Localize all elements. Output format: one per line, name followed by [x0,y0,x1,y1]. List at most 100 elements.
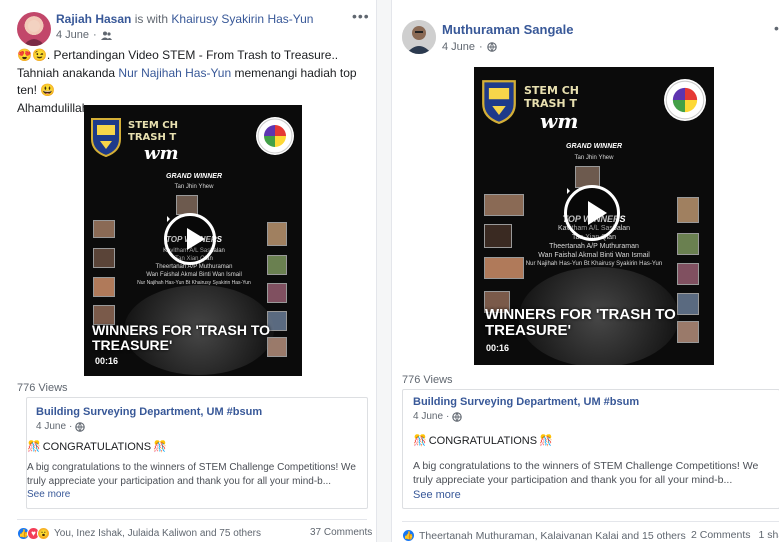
stem-logo-icon [664,79,706,121]
author-name[interactable]: Rajiah Hasan [56,12,131,26]
grand-winner-label: GRAND WINNER [166,173,222,180]
post-date[interactable]: 4 June [442,41,475,53]
play-triangle-icon [186,227,205,250]
winner-photo [176,195,198,215]
shares-count[interactable]: 1 shar [759,529,779,541]
play-triangle-icon [588,200,608,225]
winner-photo [484,224,512,248]
comments-count[interactable]: 2 Comments [691,529,751,541]
play-button-icon[interactable] [564,185,620,241]
more-options-icon[interactable]: • [774,20,779,36]
view-count: 776 Views [17,382,68,394]
post-line-1: . Pertandingan Video STEM - From Trash t… [46,48,339,62]
shared-page-name[interactable]: Building Surveying Department, UM #bsum [36,406,262,418]
video-duration: 00:16 [95,356,119,366]
winner-photo [267,255,287,275]
reactions-summary[interactable]: 👍 Theertanah Muthuraman, Kalaivanan Kala… [402,529,686,542]
video-caption: WINNERS FOR 'TRASH TO TREASURE' [485,306,676,339]
grand-winner-label: GRAND WINNER [566,143,622,150]
post-meta: 4 June · [442,41,497,53]
winner-photo [677,263,699,285]
video-title-line-1: STEM CH [524,84,579,97]
author-avatar[interactable] [17,12,51,46]
congrats-line: 🎊 CONGRATULATIONS 🎊 [27,440,167,454]
winner-name: Theertanah A/P Muthuraman [549,243,639,250]
comments-count[interactable]: 37 Comments [310,527,372,538]
like-reaction-icon: 👍 [402,529,415,542]
university-crest-icon [482,80,516,124]
globe-icon [452,411,463,422]
shared-post-body: A big congratulations to the winners of … [413,460,759,486]
video-script-text: wm [144,143,179,164]
video-title-line-1: STEM CH [128,120,178,131]
winner-photo [484,194,524,216]
video-caption: WINNERS FOR 'TRASH TO TREASURE' [92,322,271,353]
video-duration: 00:16 [486,343,510,353]
divider [402,521,779,522]
winner-photo [93,277,115,297]
winner-name: Theertanah A/P Muthuraman [155,264,233,270]
author-avatar[interactable] [402,20,436,54]
stem-logo-icon [256,117,294,155]
video-title-line-2: TRASH T [128,132,177,143]
feed-gap [377,0,391,542]
emoji-prefix: 😍😉 [17,48,47,62]
shared-page-name[interactable]: Building Surveying Department, UM #bsum [413,396,639,408]
congrats-line: 🎊 CONGRATULATIONS 🎊 [413,434,553,448]
see-more-link[interactable]: See more [27,489,70,500]
mentioned-user[interactable]: Nur Najihah Has-Yun [118,66,231,80]
winner-photo [267,283,287,303]
winner-photo [677,197,699,223]
author-name[interactable]: Muthuraman Sangale [442,22,573,37]
reactions-text: You, Inez Ishak, Julaida Kaliwon and 75 … [54,528,261,539]
post-header: Rajiah Hasan is with Khairusy Syakirin H… [56,12,313,26]
globe-icon [486,42,497,52]
winner-name: Wan Faishal Akmal Binti Wan Ismail [538,252,650,259]
video-player[interactable]: STEM CH TRASH T wm GRAND WINNER Tan Jhin… [474,67,714,365]
view-count: 776 Views [402,374,453,386]
shared-post-meta: 4 June · [36,421,86,432]
winner-name: Wan Faishal Akmal Binti Wan Ismail [146,272,242,278]
video-script-text: wm [540,109,579,133]
congrats-text: CONGRATULATIONS [428,434,538,447]
play-button-icon[interactable] [164,213,216,265]
post-date[interactable]: 4 June [56,29,89,41]
divider [17,519,367,520]
confetti-icon: 🎊 [539,435,553,447]
winner-photo [267,222,287,246]
shared-post-date[interactable]: 4 June [36,421,66,432]
confetti-icon: 🎊 [27,441,41,453]
winner-photo [93,220,115,238]
video-player[interactable]: STEM CH TRASH T wm GRAND WINNER Tan Jhin… [84,105,302,376]
video-title-line-2: TRASH T [524,97,577,110]
university-crest-icon [91,118,121,157]
post-meta: 4 June · [56,29,112,41]
shared-post[interactable]: Building Surveying Department, UM #bsum … [26,397,368,509]
reactions-summary[interactable]: 👍 ♥ 😮 You, Inez Ishak, Julaida Kaliwon and… [17,527,261,540]
more-options-icon[interactable]: ••• [352,8,370,24]
globe-icon [75,421,86,432]
shared-post[interactable]: Building Surveying Department, UM #bsum … [402,389,779,509]
see-more-link[interactable]: See more [413,489,461,501]
post-card: Muthuraman Sangale 4 June· • STEM CH TRA… [391,0,779,542]
with-text: is with [134,12,169,26]
confetti-icon: 🎊 [413,435,427,447]
reactions-text: Theertanah Muthuraman, Kalaivanan Kalai … [419,529,686,542]
winner-photo [677,233,699,255]
grand-winner-name: Tan Jhin Yhew [174,184,214,190]
post-header: Muthuraman Sangale [442,22,573,37]
wow-reaction-icon: 😮 [37,527,50,540]
post-card: Rajiah Hasan is with Khairusy Syakirin H… [0,0,377,542]
congrats-text: CONGRATULATIONS [42,440,152,453]
tagged-user[interactable]: Khairusy Syakirin Has-Yun [171,12,313,26]
winner-photo [484,257,524,279]
post-line-2: Tahniah anakanda [17,66,119,80]
shared-post-meta: 4 June · [413,411,463,422]
confetti-icon: 🎊 [153,441,167,453]
shared-post-body: A big congratulations to the winners of … [27,462,356,487]
grand-winner-name: Tan Jhin Yhew [574,155,614,161]
friends-icon [100,31,112,40]
winner-photo [93,248,115,268]
shared-post-date[interactable]: 4 June [413,411,443,422]
comments-shares: 2 Comments 1 shar [691,529,779,541]
